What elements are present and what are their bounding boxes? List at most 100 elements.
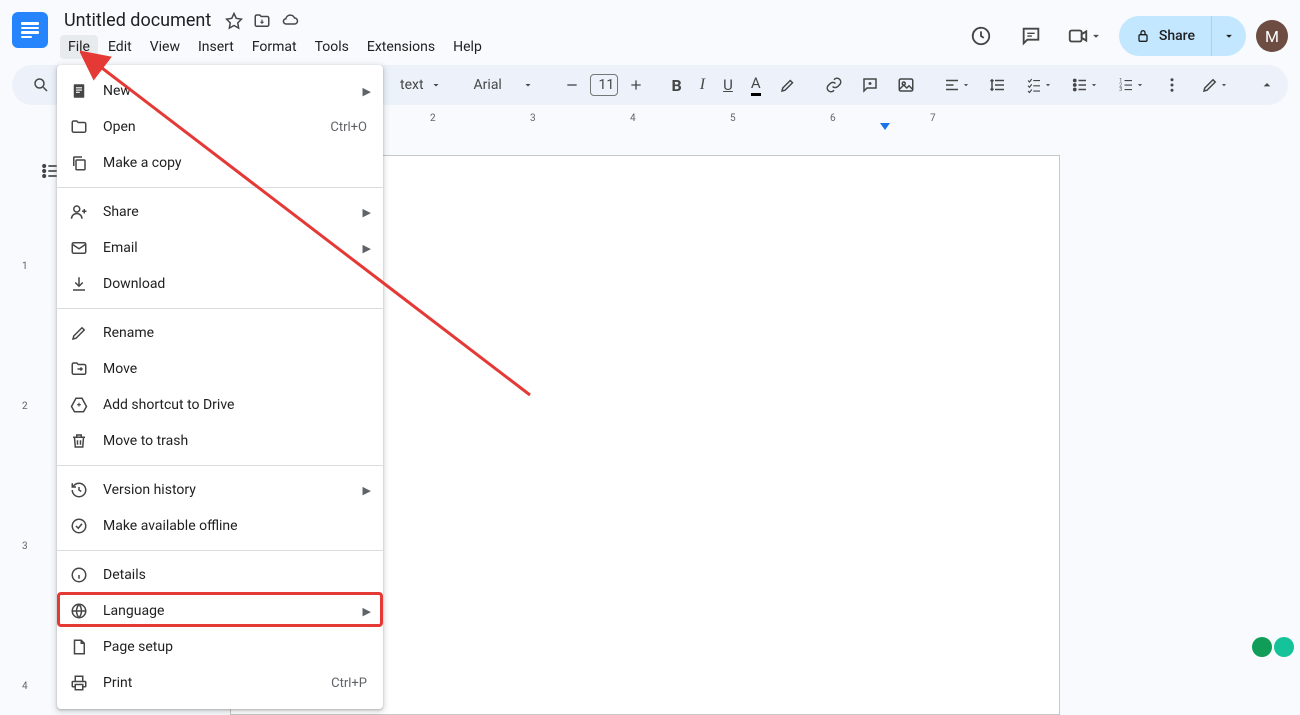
menu-item-label: Version history [103,482,349,498]
align-button[interactable] [935,70,979,100]
highlight-button[interactable] [771,70,805,100]
menu-item-make-available-offline[interactable]: Make available offline [57,508,383,544]
share-dropdown[interactable] [1212,29,1246,43]
tab-marker[interactable] [880,123,890,130]
numbered-list-button[interactable]: 123 [1109,70,1153,100]
person-add-icon [69,202,89,222]
menu-item-label: Move to trash [103,433,371,449]
menu-item-move-to-trash[interactable]: Move to trash [57,423,383,459]
account-avatar[interactable]: M [1256,20,1288,52]
insert-link-button[interactable] [817,70,851,100]
last-edit-icon[interactable] [961,16,1001,56]
menu-item-label: Add shortcut to Drive [103,397,371,413]
search-menus-button[interactable] [24,70,58,100]
menu-item-label: Page setup [103,639,371,655]
ext-icon-2[interactable] [1274,637,1294,657]
submenu-arrow-icon: ▶ [363,206,371,219]
cloud-status-icon[interactable] [281,12,299,30]
menu-item-label: Make available offline [103,518,371,534]
menu-divider [57,308,383,309]
decrease-font-size[interactable] [556,71,588,99]
file-dropdown-menu: New ▶ Open Ctrl+O Make a copy Share ▶ Em… [57,65,383,709]
menu-item-label: Details [103,567,371,583]
menu-item-open[interactable]: Open Ctrl+O [57,109,383,145]
menu-divider [57,550,383,551]
ext-icon-1[interactable] [1252,637,1272,657]
email-icon [69,238,89,258]
menu-item-page-setup[interactable]: Page setup [57,629,383,665]
increase-font-size[interactable] [620,71,652,99]
move-folder-icon[interactable] [253,12,271,30]
more-toolbar-button[interactable] [1155,70,1189,100]
menu-view[interactable]: View [142,35,188,59]
doc-icon [69,81,89,101]
submenu-arrow-icon: ▶ [363,484,371,497]
italic-button[interactable]: I [692,70,713,100]
print-icon [69,673,89,693]
share-button-main[interactable]: Share [1119,16,1212,56]
text-color-button[interactable]: A [743,68,769,102]
pencil-icon [69,323,89,343]
menu-edit[interactable]: Edit [100,35,140,59]
font-size-input[interactable]: 11 [590,74,618,96]
hide-menus-button[interactable] [1249,71,1285,99]
editing-mode-button[interactable] [1193,70,1237,100]
share-label: Share [1159,28,1195,44]
info-icon [69,565,89,585]
styles-selector[interactable]: text [390,71,452,99]
menu-item-label: Email [103,240,349,256]
document-title[interactable]: Untitled document [60,8,215,33]
meet-button[interactable] [1061,25,1109,47]
menu-insert[interactable]: Insert [190,35,242,59]
menu-file[interactable]: File [60,35,98,59]
line-spacing-button[interactable] [981,70,1015,100]
menu-item-language[interactable]: Language ▶ [57,593,383,629]
menu-item-label: Move [103,361,371,377]
insert-image-button[interactable] [889,70,923,100]
menu-item-details[interactable]: Details [57,557,383,593]
menu-item-label: Language [103,603,349,619]
docs-logo[interactable] [12,12,48,48]
menu-item-email[interactable]: Email ▶ [57,230,383,266]
menu-item-version-history[interactable]: Version history ▶ [57,472,383,508]
bold-button[interactable]: B [664,70,690,101]
menu-item-print[interactable]: Print Ctrl+P [57,665,383,701]
folder-icon [69,117,89,137]
menu-help[interactable]: Help [445,35,490,59]
checklist-button[interactable] [1017,70,1061,100]
menu-format[interactable]: Format [244,35,305,59]
page-icon [69,637,89,657]
comments-icon[interactable] [1011,16,1051,56]
menu-item-rename[interactable]: Rename [57,315,383,351]
menu-item-label: Open [103,119,316,135]
submenu-arrow-icon: ▶ [363,242,371,255]
horizontal-ruler: 1 2 3 4 5 6 7 [230,111,1300,131]
menu-item-label: Download [103,276,371,292]
copy-icon [69,153,89,173]
menu-item-share[interactable]: Share ▶ [57,194,383,230]
add-comment-button[interactable] [853,70,887,100]
menu-item-label: Rename [103,325,371,341]
menu-item-add-shortcut-to-drive[interactable]: Add shortcut to Drive [57,387,383,423]
menu-extensions[interactable]: Extensions [359,35,443,59]
menu-tools[interactable]: Tools [307,35,357,59]
history-icon [69,480,89,500]
bulleted-list-button[interactable] [1063,70,1107,100]
styles-label: text [400,77,424,93]
underline-button[interactable]: U [715,70,741,100]
menubar: File Edit View Insert Format Tools Exten… [60,35,953,59]
drive-add-icon [69,395,89,415]
vertical-ruler: 1 2 3 4 [0,131,40,708]
globe-icon [69,601,89,621]
menu-item-move[interactable]: Move [57,351,383,387]
font-selector[interactable]: Arial [464,71,544,99]
star-icon[interactable] [225,12,243,30]
menu-item-label: Share [103,204,349,220]
menu-item-make-a-copy[interactable]: Make a copy [57,145,383,181]
menu-item-new[interactable]: New ▶ [57,73,383,109]
extension-icons [1252,637,1294,657]
menu-item-label: New [103,83,349,99]
menu-item-download[interactable]: Download [57,266,383,302]
trash-icon [69,431,89,451]
menu-item-label: Print [103,675,317,691]
